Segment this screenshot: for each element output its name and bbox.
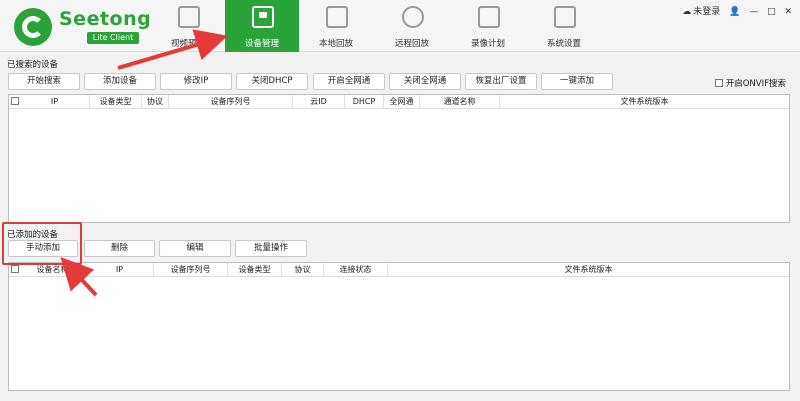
close-dhcp-button[interactable]: 关闭DHCP — [236, 73, 308, 90]
enable-allnet-button[interactable]: 开启全网通 — [313, 73, 385, 90]
maximize-button[interactable]: □ — [767, 7, 776, 17]
col-fs-version: 文件系统版本 — [620, 97, 669, 106]
system-settings-icon — [554, 6, 576, 28]
disable-allnet-button[interactable]: 关闭全网通 — [389, 73, 461, 90]
logo-icon — [14, 8, 52, 46]
factory-reset-button[interactable]: 恢复出厂设置 — [465, 73, 537, 90]
user-icon[interactable]: 👤 — [729, 7, 740, 17]
nav-record-plan[interactable]: 录像计划 — [451, 0, 525, 52]
col-dhcp: DHCP — [345, 95, 384, 109]
brand-sub: Lite Client — [87, 32, 139, 44]
nav-device-manage[interactable]: 设备管理 — [225, 0, 299, 52]
record-plan-icon — [478, 6, 500, 28]
close-button[interactable]: ✕ — [784, 7, 792, 17]
device-manage-icon — [252, 6, 274, 28]
local-playback-icon — [326, 6, 348, 28]
searched-devices-table: IP 设备类型 协议 设备序列号 云ID DHCP 全网通 通道名称 文件系统版… — [8, 94, 790, 223]
onvif-search-toggle[interactable]: 开启ONVIF搜索 — [714, 77, 786, 89]
col-device-name: 设备名称 — [20, 263, 86, 277]
searched-devices-title: 已搜索的设备 — [7, 60, 59, 70]
col-added-serial: 设备序列号 — [154, 263, 228, 277]
modify-ip-button[interactable]: 修改IP — [160, 73, 232, 90]
col-added-protocol: 协议 — [282, 263, 324, 277]
top-bar: Seetong Lite Client 视频预览 设备管理 本地回放 远程回放 … — [0, 0, 800, 52]
col-serial: 设备序列号 — [169, 95, 293, 109]
added-table-header: 设备名称 IP 设备序列号 设备类型 协议 连接状态 文件系统版本 — [9, 263, 789, 277]
batch-operation-button[interactable]: 批量操作 — [235, 240, 307, 257]
col-added-device-type: 设备类型 — [228, 263, 282, 277]
add-device-button[interactable]: 添加设备 — [84, 73, 156, 90]
remote-playback-icon — [402, 6, 424, 28]
one-click-add-button[interactable]: 一键添加 — [541, 73, 613, 90]
nav-remote-playback[interactable]: 远程回放 — [375, 0, 449, 52]
col-connection-status: 连接状态 — [324, 263, 388, 277]
col-protocol: 协议 — [142, 95, 169, 109]
brand-name: Seetong — [59, 8, 152, 30]
added-devices-table: 设备名称 IP 设备序列号 设备类型 协议 连接状态 文件系统版本 — [8, 262, 790, 391]
nav-preview[interactable]: 视频预览 — [151, 0, 225, 52]
select-all-added[interactable] — [9, 263, 20, 277]
preview-icon — [178, 6, 200, 28]
login-status[interactable]: 未登录 — [693, 7, 720, 17]
col-cloud-id: 云ID — [293, 95, 345, 109]
col-channel-name: 通道名称 — [420, 95, 500, 109]
col-allnet: 全网通 — [384, 95, 420, 109]
nav-system-settings[interactable]: 系统设置 — [527, 0, 601, 52]
highlight-box — [2, 222, 82, 265]
onvif-checkbox[interactable] — [714, 79, 723, 87]
col-ip: IP — [20, 95, 90, 109]
cloud-icon: ☁ — [682, 7, 692, 17]
delete-button[interactable]: 删除 — [84, 240, 155, 257]
col-added-fs-version: 文件系统版本 — [564, 265, 613, 274]
col-device-type: 设备类型 — [90, 95, 142, 109]
window-controls: ☁ 未登录 👤 — □ ✕ — [676, 4, 792, 17]
nav-local-playback[interactable]: 本地回放 — [299, 0, 373, 52]
select-all-searched[interactable] — [9, 95, 20, 109]
minimize-button[interactable]: — — [749, 7, 758, 17]
edit-button[interactable]: 编辑 — [159, 240, 231, 257]
start-search-button[interactable]: 开始搜索 — [8, 73, 80, 90]
searched-table-header: IP 设备类型 协议 设备序列号 云ID DHCP 全网通 通道名称 文件系统版… — [9, 95, 789, 109]
col-added-ip: IP — [86, 263, 154, 277]
